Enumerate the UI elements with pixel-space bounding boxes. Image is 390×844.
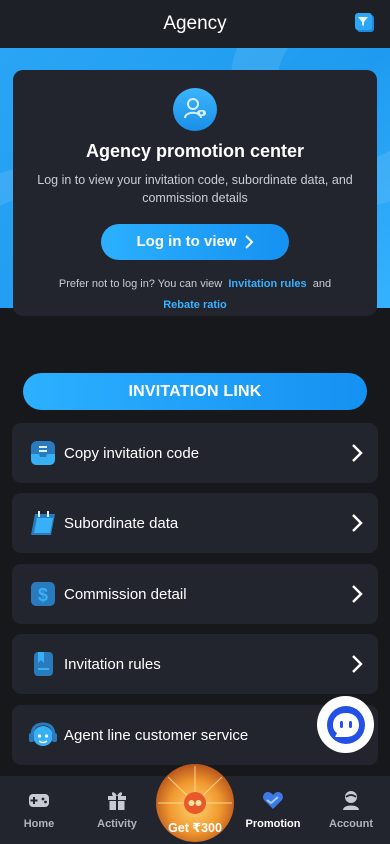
chevron-right-icon <box>352 655 363 673</box>
menu-label: Agent line customer service <box>64 726 249 744</box>
page-title: Agency <box>163 13 227 34</box>
app-header: Agency <box>0 0 390 48</box>
chevron-right-icon <box>352 585 363 603</box>
tab-label: Home <box>23 818 55 830</box>
chevron-right-icon <box>352 514 363 532</box>
chevron-right-icon <box>244 235 253 249</box>
invitation-link-banner[interactable]: INVITATION LINK <box>23 373 367 410</box>
calendar-icon <box>31 511 55 535</box>
prefer-text: Prefer not to log in? You can view <box>58 278 223 290</box>
tab-label: Promotion <box>245 818 301 830</box>
chevron-right-icon <box>352 444 363 462</box>
chat-bot-icon <box>326 705 365 744</box>
gamepad-icon <box>29 794 49 807</box>
prefer-note: Prefer not to log in? You can view Invit… <box>45 274 345 316</box>
filter-icon[interactable] <box>354 12 376 34</box>
invitation-rules-link[interactable]: Invitation rules <box>228 278 306 290</box>
menu-copy-invitation-code[interactable]: Copy invitation code <box>12 423 378 483</box>
menu-label: Copy invitation code <box>64 444 200 462</box>
dollar-icon: $ <box>31 582 55 606</box>
menu-commission-detail[interactable]: $ Commission detail <box>12 564 378 624</box>
tab-promotion[interactable]: Promotion <box>234 776 312 844</box>
tab-account[interactable]: Account <box>312 776 390 844</box>
tab-label: Activity <box>97 818 137 830</box>
svg-text:$: $ <box>38 585 48 605</box>
promotion-card: Agency promotion center Log in to view y… <box>13 70 377 316</box>
menu-label: Subordinate data <box>64 514 179 532</box>
wheel-tab-label: Get ₹300 <box>168 821 222 835</box>
tab-home[interactable]: Home <box>0 776 78 844</box>
menu-label: Commission detail <box>64 585 187 603</box>
login-button[interactable]: Log in to view <box>101 223 289 260</box>
customer-service-button[interactable] <box>317 696 374 753</box>
menu-subordinate-data[interactable]: Subordinate data <box>12 493 378 553</box>
bookmark-icon <box>34 652 53 676</box>
agent-avatar-icon <box>173 88 217 131</box>
rebate-ratio-link[interactable]: Rebate ratio <box>163 299 227 311</box>
menu-invitation-rules[interactable]: Invitation rules <box>12 634 378 694</box>
promotion-description: Log in to view your invitation code, sub… <box>37 172 353 205</box>
gift-icon <box>108 792 126 810</box>
login-button-label: Log in to view <box>136 233 237 251</box>
tab-label: Account <box>329 818 373 830</box>
tab-activity[interactable]: Activity <box>78 776 156 844</box>
headset-icon <box>29 722 57 746</box>
menu-label: Invitation rules <box>64 655 161 673</box>
heart-icon <box>263 792 283 809</box>
promotion-title: Agency promotion center <box>85 140 305 161</box>
user-icon <box>343 791 359 810</box>
inbox-icon <box>31 441 55 465</box>
and-text: and <box>312 278 332 290</box>
